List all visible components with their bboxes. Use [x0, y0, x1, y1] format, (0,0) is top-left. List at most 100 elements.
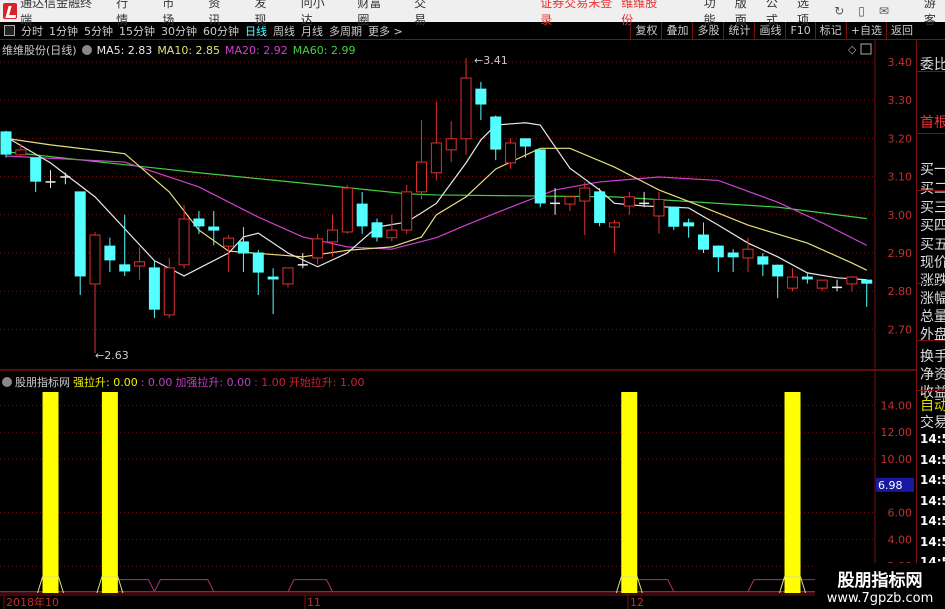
indicator-tick-label: 14.00: [881, 399, 913, 412]
candle-body: [312, 238, 324, 259]
panel-toggle-icon[interactable]: [4, 25, 15, 36]
refresh-icon[interactable]: ↻: [834, 4, 844, 18]
candle-body: [623, 196, 635, 207]
indicator-gear-icon[interactable]: [2, 377, 12, 387]
settings-gear-icon[interactable]: [81, 45, 92, 55]
kline-chart[interactable]: 3.40 3.30 3.20 3.10 3.00 2.90 2.80 2.70 14.00 12.…: [0, 40, 916, 609]
candle-body: [237, 241, 249, 254]
period-monthly[interactable]: 月线: [301, 23, 323, 39]
quote-field: 首根: [920, 115, 945, 131]
candle-body: [490, 116, 502, 150]
quote-field: 14:56: [920, 514, 945, 528]
quote-field: 净资: [920, 367, 945, 383]
candle-body: [30, 157, 42, 182]
period-30min[interactable]: 30分钟: [161, 23, 197, 39]
quote-field: 14:56: [920, 452, 945, 467]
mail-icon[interactable]: ✉: [879, 4, 889, 18]
btn-add-watchlist[interactable]: +自选: [845, 22, 886, 40]
candle-body: [505, 142, 517, 164]
candle-body: [178, 218, 190, 266]
quote-panel: 委比首根买一买二买三买四买五现价涨跌涨幅总量外盘换手净资收益自动交易14:561…: [916, 40, 945, 609]
indicator-name: 股朋指标网: [15, 376, 70, 389]
quote-field: 买三: [920, 200, 945, 216]
candle-body: [757, 256, 769, 265]
candle-body: [668, 206, 680, 227]
candle-body: [208, 226, 220, 231]
btn-back[interactable]: 返回: [886, 22, 917, 40]
quote-field: 14:56: [920, 493, 945, 508]
candle-body: [326, 229, 338, 243]
ma20-value: MA20: 2.92: [225, 43, 288, 57]
candle-body: [683, 222, 695, 227]
period-daily[interactable]: 日线: [245, 23, 267, 39]
period-1min[interactable]: 1分钟: [49, 23, 78, 39]
candle-body: [772, 264, 784, 277]
candle-body: [163, 267, 175, 316]
price-tick-label: 3.30: [888, 94, 913, 107]
period-60min[interactable]: 60分钟: [203, 23, 239, 39]
layout-toggle-icon: [860, 43, 872, 55]
price-tick-label: 3.40: [888, 56, 913, 69]
high-price-label: ←3.41: [474, 54, 508, 67]
divider: [917, 340, 945, 341]
quote-field: 交易: [920, 415, 945, 431]
divider: [917, 283, 945, 284]
period-5min[interactable]: 5分钟: [84, 23, 113, 39]
signal-bar: [101, 392, 118, 593]
candle-body: [356, 203, 368, 227]
quote-field: 买一: [920, 162, 945, 178]
quote-field: 现价: [920, 255, 945, 271]
price-tick-label: 3.00: [888, 209, 913, 222]
indicator-value: 强拉升: 0.00: [73, 376, 138, 389]
candle-body: [460, 77, 472, 140]
time-label: 11: [307, 596, 321, 609]
ma10-value: MA10: 2.85: [157, 43, 221, 57]
signal-bar: [784, 392, 801, 593]
btn-fuquan[interactable]: 复权: [630, 22, 661, 40]
candle-body: [816, 279, 828, 289]
indicator-tick-label: 6.00: [888, 507, 913, 520]
quote-field: 买四: [920, 218, 945, 234]
divider: [917, 133, 945, 134]
divider: [917, 390, 945, 391]
time-label: 12: [630, 596, 644, 609]
quote-field: 14:56: [920, 473, 945, 487]
btn-tongji[interactable]: 统计: [723, 22, 754, 40]
ma5-value: MA5: 2.83: [96, 43, 153, 57]
btn-f10[interactable]: F10: [785, 22, 814, 40]
candle-body: [119, 264, 131, 272]
candle-body: [712, 245, 724, 258]
indicator-value: 开始拉升: 1.00: [288, 376, 365, 389]
candle-body: [416, 161, 428, 193]
indicator-tick-label: 4.00: [888, 533, 913, 546]
candle-body: [608, 222, 620, 228]
candle-body: [89, 234, 101, 285]
quote-field: 买二: [920, 181, 945, 197]
candle-body: [534, 149, 546, 204]
btn-diejia[interactable]: 叠加: [661, 22, 692, 40]
pulse-line: [287, 579, 333, 592]
btn-huaxian[interactable]: 画线: [754, 22, 785, 40]
price-tick-label: 2.80: [888, 285, 913, 298]
candle-body: [445, 138, 457, 151]
candle-body: [579, 187, 591, 202]
period-15min[interactable]: 15分钟: [119, 23, 155, 39]
chart-title: 维维股份(日线): [2, 44, 77, 57]
indicator-tick-label: 12.00: [881, 426, 913, 439]
candle-body: [282, 267, 294, 285]
period-fenshi[interactable]: 分时: [21, 23, 43, 39]
candle-body: [0, 131, 12, 155]
indicator-value: 加强拉升: 0.00: [175, 376, 252, 389]
btn-biaoji[interactable]: 标记: [814, 22, 846, 40]
candle-body: [653, 199, 665, 217]
period-multi[interactable]: 多周期: [329, 23, 362, 39]
divider: [917, 190, 945, 191]
phone-icon[interactable]: ▯: [858, 4, 865, 18]
price-tick-label: 2.70: [888, 323, 913, 336]
btn-duogu[interactable]: 多股: [692, 22, 723, 40]
period-weekly[interactable]: 周线: [273, 23, 295, 39]
candle-body: [475, 88, 487, 105]
period-more[interactable]: 更多 >: [368, 23, 403, 39]
candle-body: [341, 187, 353, 233]
price-tick-label: 2.90: [888, 247, 913, 260]
